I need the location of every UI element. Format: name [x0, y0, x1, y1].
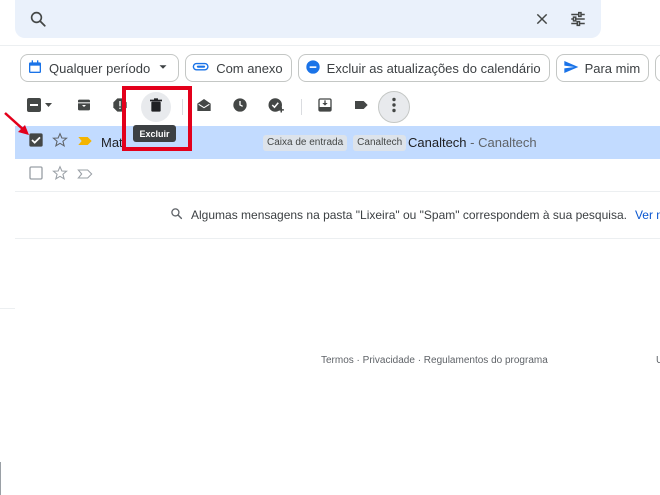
footer-right-text: U: [656, 355, 660, 366]
table-row[interactable]: [15, 159, 660, 192]
sender-name: Mat: [101, 135, 123, 150]
important-marker[interactable]: [77, 126, 93, 159]
archive-button[interactable]: [69, 92, 99, 122]
important-marker[interactable]: [77, 159, 93, 192]
search-icon: [170, 207, 183, 223]
divider: [15, 238, 660, 239]
important-icon: [77, 167, 93, 185]
snippet: - Canaltech: [466, 135, 537, 150]
highlight-box: [122, 86, 192, 151]
calendar-icon: [27, 59, 43, 78]
subject: Canaltech - Canaltech: [408, 135, 537, 150]
mark-read-icon: [196, 97, 212, 118]
divider: [0, 462, 1, 495]
chip-has-attachment[interactable]: Com anexo: [185, 54, 292, 82]
search-bar[interactable]: [15, 0, 601, 38]
toolbar-divider: [301, 99, 302, 115]
subject-text: Canaltech: [408, 135, 467, 150]
star-button[interactable]: [52, 126, 68, 159]
chip-label: Qualquer período: [49, 60, 151, 76]
add-task-button[interactable]: [261, 92, 291, 122]
label-canaltech[interactable]: Canaltech: [353, 134, 407, 151]
move-to-button[interactable]: [310, 92, 340, 122]
chip-label: Para mim: [584, 60, 641, 76]
chevron-down-icon: [156, 60, 170, 77]
star-button[interactable]: [52, 159, 68, 192]
more-vert-icon: [391, 97, 397, 118]
send-icon: [563, 59, 579, 78]
trash-spam-notice: Algumas mensagens na pasta "Lixeira" ou …: [170, 206, 660, 224]
add-task-icon: [267, 96, 285, 119]
table-row[interactable]: Mat Caixa de entrada Canaltech Canaltech…: [15, 126, 660, 159]
close-icon[interactable]: [531, 8, 553, 30]
tune-icon[interactable]: [567, 8, 589, 30]
chip-label: Excluir as atualizações do calendário: [326, 60, 541, 76]
row-checkbox[interactable]: [28, 159, 44, 192]
search-chips: Qualquer período Com anexo Excluir as at…: [20, 54, 660, 82]
chip-overflow[interactable]: [655, 54, 660, 82]
paperclip-icon: [192, 59, 210, 78]
snooze-button[interactable]: [225, 92, 255, 122]
important-icon: [77, 134, 93, 152]
arrow-annotation: [4, 112, 29, 135]
footer-links[interactable]: Termos · Privacidade · Regulamentos do p…: [321, 355, 548, 366]
label-icon: [353, 97, 369, 118]
more-button[interactable]: [378, 91, 410, 123]
star-icon: [52, 165, 68, 186]
chip-label: Com anexo: [216, 60, 283, 76]
move-to-inbox-icon: [317, 97, 333, 118]
divider: [0, 45, 660, 46]
archive-icon: [76, 97, 92, 118]
chip-to-me[interactable]: Para mim: [555, 54, 650, 82]
clock-icon: [232, 97, 248, 118]
view-messages-link[interactable]: Ver mens: [635, 208, 660, 222]
notice-text: Algumas mensagens na pasta "Lixeira" ou …: [191, 208, 627, 222]
search-icon[interactable]: [27, 8, 49, 30]
label-button[interactable]: [346, 92, 376, 122]
chip-exclude-calendar[interactable]: Excluir as atualizações do calendário: [297, 54, 550, 82]
checkbox-icon: [28, 165, 44, 186]
minus-circle-icon: [305, 59, 321, 78]
mark-read-button[interactable]: [189, 92, 219, 122]
label-inbox[interactable]: Caixa de entrada: [263, 134, 348, 151]
divider: [0, 308, 15, 309]
star-icon: [52, 132, 68, 153]
chip-any-time[interactable]: Qualquer período: [20, 54, 180, 82]
